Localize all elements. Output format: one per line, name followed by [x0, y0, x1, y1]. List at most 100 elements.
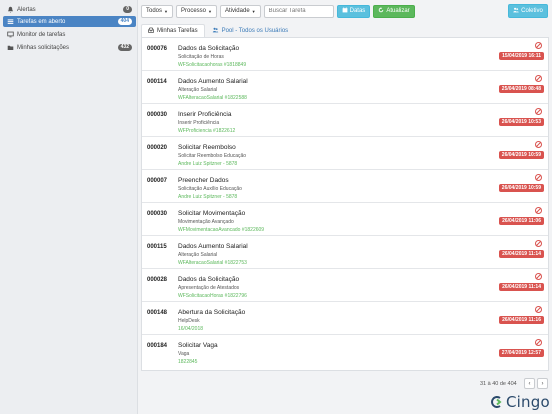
- task-id: 000007: [147, 178, 168, 184]
- task-title: Dados da Solicitação: [178, 276, 240, 283]
- count-badge: 404: [117, 18, 132, 25]
- task-id: 000028: [147, 277, 168, 283]
- datas-button[interactable]: Datas: [336, 4, 371, 18]
- task-link[interactable]: WFSolicitacaoHoras #1822796: [178, 293, 247, 299]
- sidebar-item-monitor-de-tarefas[interactable]: Monitor de tarefas: [3, 29, 136, 40]
- task-title: Dados Aumento Salarial: [178, 78, 248, 85]
- sidebar-item-tarefas-em-aberto[interactable]: Tarefas em aberto 404: [3, 16, 136, 27]
- task-link[interactable]: WFAlteracaoSalarial #1822588: [178, 95, 247, 101]
- task-id: 000184: [147, 343, 168, 349]
- task-title: Abertura da Solicitação: [178, 309, 246, 316]
- task-list: 000076 Dados da Solicitação Solicitação …: [141, 37, 549, 371]
- task-id: 000030: [147, 112, 168, 118]
- sidebar-item-label: Monitor de tarefas: [17, 31, 66, 38]
- sidebar-item-label: Alertas: [17, 6, 36, 13]
- count-badge: 0: [123, 6, 132, 13]
- task-row[interactable]: 000114 Dados Aumento Salarial Alteração …: [142, 71, 548, 104]
- due-date-badge: 26/04/2019 10:59: [498, 184, 544, 192]
- due-date-badge: 26/04/2019 11:14: [499, 250, 544, 258]
- calendar-icon: [342, 7, 348, 15]
- due-date-badge: 26/04/2019 10:59: [498, 151, 544, 159]
- search-input[interactable]: [263, 4, 334, 18]
- caret-down-icon: ▼: [251, 8, 256, 14]
- task-row[interactable]: 000030 Inserir Proficiência Inserir Prof…: [142, 104, 548, 137]
- folder-icon: [7, 44, 14, 51]
- users-icon: [513, 7, 519, 15]
- alert-icon: [535, 75, 542, 82]
- bell-icon: [7, 6, 14, 13]
- task-subtitle: Movimentação Avançado: [178, 219, 234, 225]
- task-row[interactable]: 000030 Solicitar Movimentação Movimentaç…: [142, 203, 548, 236]
- task-id: 000148: [147, 310, 168, 316]
- coletivo-button[interactable]: Coletivo: [508, 4, 548, 18]
- task-title: Dados Aumento Salarial: [178, 243, 248, 250]
- tab-label: Minhas Tarefas: [157, 28, 198, 34]
- refresh-icon: [378, 7, 384, 15]
- task-link[interactable]: 1822845: [178, 359, 197, 365]
- due-date-badge: 26/04/2019 11:06: [499, 217, 544, 225]
- alert-icon: [535, 273, 542, 280]
- tab-label: Pool - Todos os Usuários: [221, 28, 289, 34]
- alert-icon: [535, 174, 542, 181]
- task-row[interactable]: 000076 Dados da Solicitação Solicitação …: [142, 38, 548, 71]
- task-id: 000076: [147, 46, 168, 52]
- todos-dropdown[interactable]: Todos ▼: [141, 4, 173, 18]
- task-title: Dados da Solicitação: [178, 45, 240, 52]
- due-date-badge: 15/04/2019 16:11: [499, 52, 544, 60]
- task-link[interactable]: WFAlteracaoSalarial #1822753: [178, 260, 247, 266]
- inbox-icon: [148, 27, 154, 35]
- processo-label: Processo: [180, 8, 206, 14]
- task-link[interactable]: WFSolicitacaohoras #1818849: [178, 62, 246, 68]
- task-subtitle: Vaga: [178, 351, 190, 357]
- task-link[interactable]: WFMovimentacaoAvancado #1822609: [178, 227, 264, 233]
- task-subtitle: Inserir Proficiência: [178, 120, 220, 126]
- atividade-label: Atividade: [224, 8, 250, 14]
- caret-down-icon: ▼: [208, 8, 212, 14]
- due-date-badge: 26/04/2019 10:53: [498, 118, 544, 126]
- task-row[interactable]: 000115 Dados Aumento Salarial Alteração …: [142, 236, 548, 269]
- caret-down-icon: ▼: [164, 8, 168, 14]
- logo-text: Cingo: [506, 393, 550, 411]
- task-row[interactable]: 000007 Preencher Dados Solicitação Auxíl…: [142, 170, 548, 203]
- task-link[interactable]: 16/04/2018: [178, 326, 203, 332]
- due-date-badge: 26/04/2019 11:14: [499, 283, 544, 291]
- alert-icon: [535, 108, 542, 115]
- alert-icon: [535, 141, 542, 148]
- datas-label: Datas: [349, 8, 366, 14]
- alert-icon: [535, 42, 542, 49]
- cingo-logo: Cingo: [490, 393, 550, 411]
- task-row[interactable]: 000184 Solicitar Vaga Vaga 1822845 27/04…: [142, 335, 548, 368]
- pagination-text: 31 à 40 de 404: [480, 381, 517, 387]
- tab-minhas-tarefas[interactable]: Minhas Tarefas: [141, 24, 205, 37]
- task-link[interactable]: Andre Luiz Spitzner - 5878: [178, 194, 237, 200]
- sidebar-item-alertas[interactable]: Alertas 0: [3, 4, 136, 15]
- tabs: Minhas Tarefas Pool - Todos os Usuários: [141, 24, 295, 37]
- atualizar-label: Atualizar: [386, 8, 410, 14]
- due-date-badge: 27/04/2019 12:57: [498, 349, 544, 357]
- task-subtitle: Alteração Salarial: [178, 252, 218, 258]
- processo-dropdown[interactable]: Processo ▼: [175, 4, 217, 18]
- task-link[interactable]: Andre Luiz Spitzner - 5878: [178, 161, 237, 167]
- due-date-badge: 25/04/2019 08:48: [498, 85, 544, 93]
- tab-pool-todos-os-usuarios[interactable]: Pool - Todos os Usuários: [205, 24, 296, 37]
- alert-icon: [535, 240, 542, 247]
- next-page-button[interactable]: ›: [537, 378, 548, 389]
- task-subtitle: Alteração Salarial: [178, 87, 218, 93]
- task-title: Solicitar Reembolso: [178, 144, 236, 151]
- atividade-dropdown[interactable]: Atividade ▼: [219, 4, 261, 18]
- coletivo-label: Coletivo: [521, 8, 543, 14]
- sidebar-item-label: Tarefas em aberto: [17, 18, 66, 25]
- chevron-left-icon: ‹: [528, 380, 531, 387]
- atualizar-button[interactable]: Atualizar: [373, 4, 415, 18]
- task-link[interactable]: WFProficiencia #1822612: [178, 128, 235, 134]
- alert-icon: [535, 207, 542, 214]
- sidebar-item-minhas-solicitacoes[interactable]: Minhas solicitações 432: [3, 42, 136, 53]
- sidebar: Alertas 0 Tarefas em aberto 404 Monitor …: [0, 0, 138, 414]
- task-row[interactable]: 000020 Solicitar Reembolso Solicitar Ree…: [142, 137, 548, 170]
- alert-icon: [535, 339, 542, 346]
- task-row[interactable]: 000028 Dados da Solicitação Apresentação…: [142, 269, 548, 302]
- task-subtitle: Solicitar Reembolso Educação: [178, 153, 247, 159]
- prev-page-button[interactable]: ‹: [524, 378, 535, 389]
- task-row[interactable]: 000148 Abertura da Solicitação HelpDesk …: [142, 302, 548, 335]
- alert-icon: [535, 306, 542, 313]
